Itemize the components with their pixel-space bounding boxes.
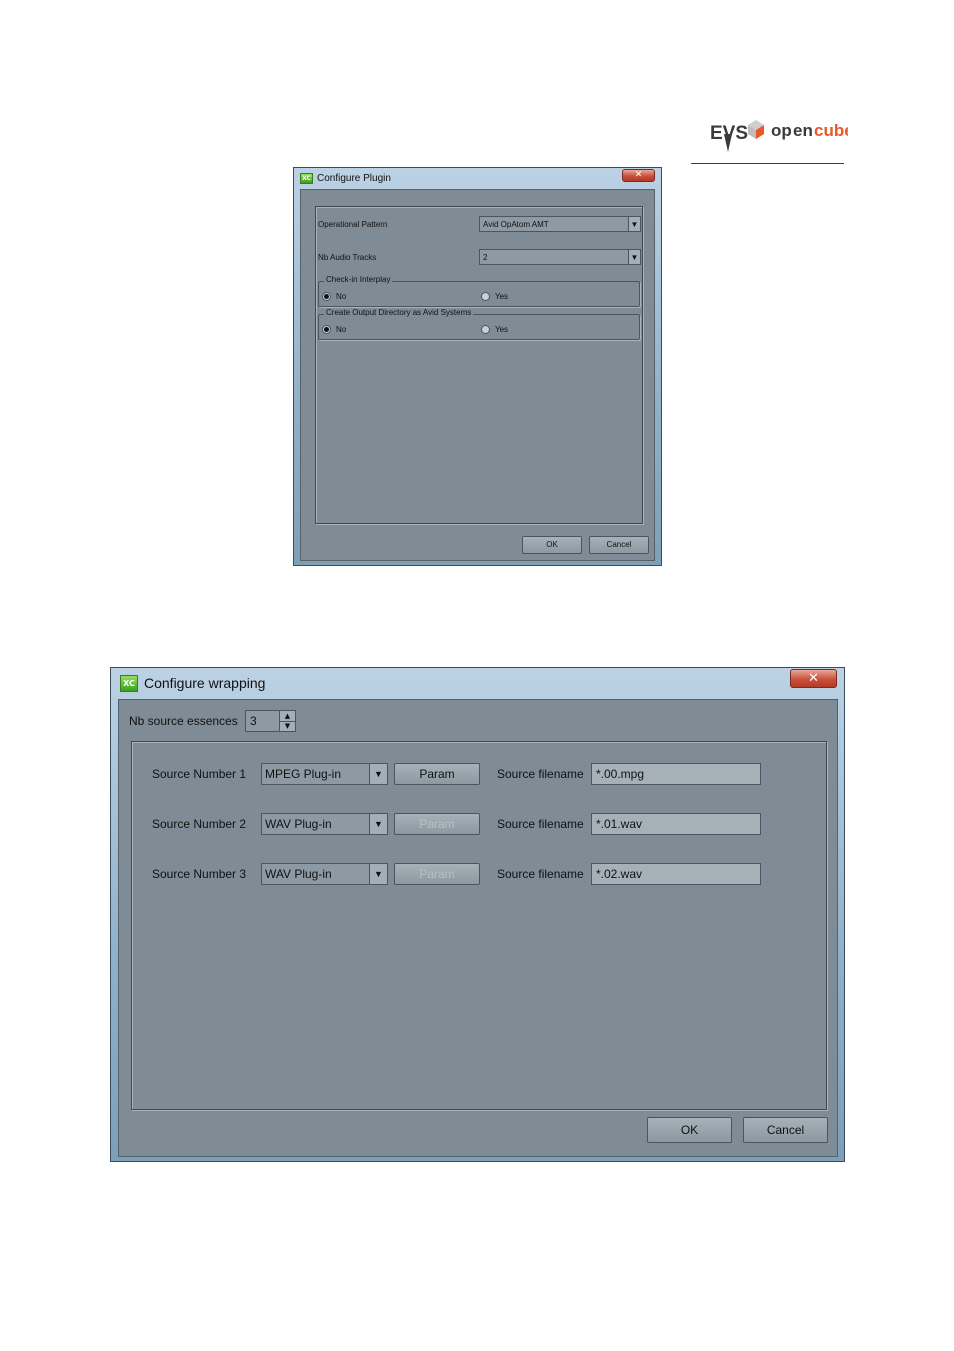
logo-cube-text: cube [814,121,848,140]
radio-empty-icon [481,325,490,334]
dialog-client-area: Operational Pattern Avid OpAtom AMT ▼ Nb… [300,189,655,561]
source-number-label: Source Number 3 [152,867,247,881]
source-number-label: Source Number 2 [152,817,247,831]
chevron-down-icon[interactable]: ▼ [369,764,387,784]
configure-wrapping-dialog: XC Configure wrapping ✕ Nb source essenc… [110,667,845,1162]
evs-opencube-logo: EVS op en cube [710,120,848,152]
chevron-down-icon[interactable]: ▼ [628,217,640,231]
checkin-yes-radio[interactable]: Yes [481,292,508,301]
dialog-title: Configure wrapping [144,675,266,691]
close-icon: ✕ [634,170,643,180]
checkin-yes-label: Yes [495,292,509,301]
audio-tracks-dropdown[interactable]: 2 ▼ [479,249,641,265]
output-directory-label: Create Output Directory as Avid Systems [324,308,474,317]
chevron-down-icon[interactable]: ▼ [628,250,640,264]
output-dir-no-label: No [336,325,347,334]
audio-tracks-value: 2 [483,252,488,262]
source-filename-input[interactable]: *.02.wav [591,863,761,885]
operational-pattern-dropdown[interactable]: Avid OpAtom AMT ▼ [479,216,641,232]
logo-open-text: op [771,121,792,140]
checkin-interplay-label: Check-in Interplay [324,275,393,284]
source-plugin-dropdown[interactable]: WAV Plug-in ▼ [261,863,388,885]
cube-icon [748,120,764,139]
dialog-title: Configure Plugin [317,172,391,184]
output-dir-no-radio[interactable]: No [322,325,346,334]
spin-up-icon[interactable]: ▲ [280,711,295,721]
radio-empty-icon [481,292,490,301]
cancel-button[interactable]: Cancel [589,536,649,554]
app-icon: XC [300,172,313,184]
checkin-no-radio[interactable]: No [322,292,346,301]
ok-button[interactable]: OK [647,1117,732,1143]
operational-pattern-value: Avid OpAtom AMT [483,219,549,229]
radio-selected-icon [322,292,331,301]
close-icon: ✕ [808,671,819,686]
title-bar[interactable]: XC Configure Plugin ✕ [294,168,661,188]
title-bar[interactable]: XC Configure wrapping ✕ [111,668,844,698]
output-dir-yes-radio[interactable]: Yes [481,325,508,334]
param-button-disabled: Param [394,813,480,835]
nb-source-essences-spinner[interactable]: 3 ▲ ▼ [245,710,296,732]
radio-selected-icon [322,325,331,334]
source-plugin-dropdown[interactable]: MPEG Plug-in ▼ [261,763,388,785]
chevron-down-icon[interactable]: ▼ [369,864,387,884]
param-button[interactable]: Param [394,763,480,785]
nb-source-essences-value: 3 [250,714,257,728]
source-plugin-value: WAV Plug-in [265,817,332,831]
dialog-client-area: Nb source essences 3 ▲ ▼ Source Number 1… [118,699,838,1157]
source-number-label: Source Number 1 [152,767,247,781]
logo-en-text: en [793,121,813,140]
nb-source-essences-label: Nb source essences [129,714,238,728]
header-rule [691,163,844,164]
ok-button[interactable]: OK [522,536,582,554]
audio-tracks-label: Nb Audio Tracks [318,253,377,262]
source-plugin-dropdown[interactable]: WAV Plug-in ▼ [261,813,388,835]
source-filename-input[interactable]: *.00.mpg [591,763,761,785]
checkin-no-label: No [336,292,347,301]
checkin-interplay-group: Check-in Interplay No Yes [318,275,640,307]
source-filename-label: Source filename [497,767,584,781]
close-button[interactable]: ✕ [622,169,655,182]
source-plugin-value: MPEG Plug-in [265,767,342,781]
app-icon: XC [120,674,138,692]
spin-arrows-icon[interactable]: ▲ ▼ [279,711,295,731]
output-directory-group: Create Output Directory as Avid Systems … [318,308,640,340]
close-button[interactable]: ✕ [790,669,837,688]
source-filename-label: Source filename [497,867,584,881]
source-filename-label: Source filename [497,817,584,831]
settings-panel: Operational Pattern Avid OpAtom AMT ▼ Nb… [315,206,643,524]
operational-pattern-label: Operational Pattern [318,220,388,229]
param-button-disabled: Param [394,863,480,885]
cancel-button[interactable]: Cancel [743,1117,828,1143]
spin-down-icon[interactable]: ▼ [280,720,295,731]
chevron-down-icon[interactable]: ▼ [369,814,387,834]
configure-plugin-dialog: XC Configure Plugin ✕ Operational Patter… [293,167,662,566]
sources-panel: Source Number 1 MPEG Plug-in ▼ Param Sou… [131,741,827,1110]
source-filename-input[interactable]: *.01.wav [591,813,761,835]
source-plugin-value: WAV Plug-in [265,867,332,881]
output-dir-yes-label: Yes [495,325,509,334]
